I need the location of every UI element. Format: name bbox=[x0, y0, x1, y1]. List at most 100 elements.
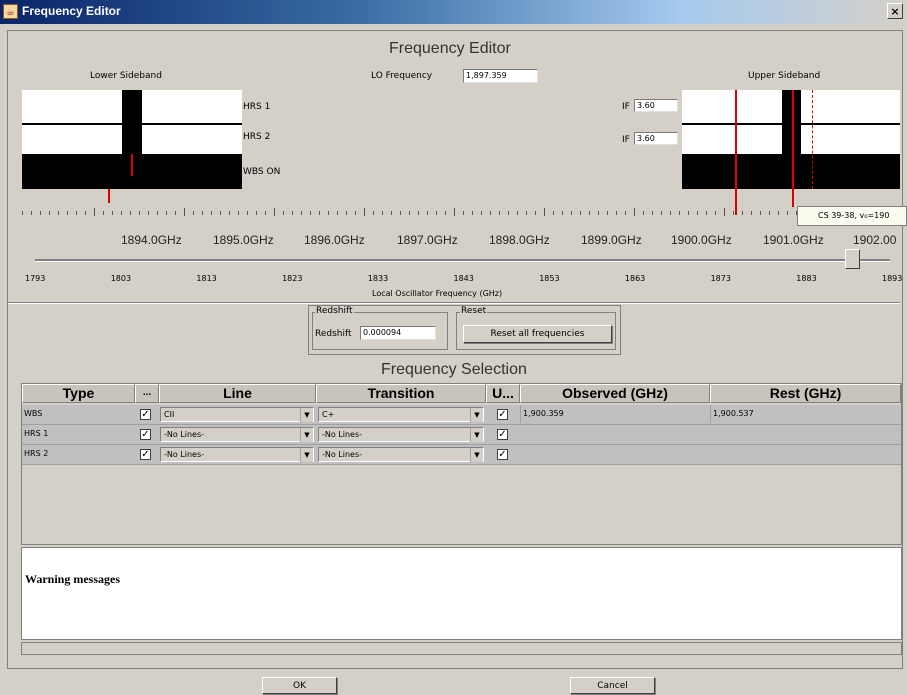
transition-combo[interactable]: -No Lines- ▼ bbox=[318, 427, 484, 442]
ruler-tick bbox=[139, 211, 140, 215]
ruler-tick bbox=[733, 211, 734, 215]
title-bar: ☕ Frequency Editor × bbox=[0, 0, 907, 24]
ruler-tick bbox=[337, 211, 338, 215]
ruler-tick bbox=[229, 211, 230, 215]
reset-group-title: Reset bbox=[460, 306, 488, 316]
ruler-tick bbox=[292, 211, 293, 215]
ruler-tick bbox=[661, 211, 662, 215]
transition-combo[interactable]: -No Lines- ▼ bbox=[318, 447, 484, 462]
ruler-tick bbox=[427, 211, 428, 215]
ruler-tick bbox=[49, 211, 50, 215]
u-checkbox[interactable]: ✓ bbox=[497, 429, 508, 440]
u-checkbox[interactable]: ✓ bbox=[497, 409, 508, 420]
column-header-transition[interactable]: Transition bbox=[316, 384, 486, 403]
lo-slider-track[interactable] bbox=[35, 259, 890, 262]
slider-tick-label: 1863 bbox=[624, 274, 646, 283]
ruler-tick bbox=[499, 211, 500, 215]
ruler-tick bbox=[364, 208, 365, 216]
lo-frequency-field[interactable]: 1,897.359 bbox=[463, 69, 538, 83]
transition-combo[interactable]: C+ ▼ bbox=[318, 407, 484, 422]
ruler-tick bbox=[355, 211, 356, 215]
upper-dashed-marker bbox=[812, 90, 813, 189]
ruler-tick bbox=[769, 211, 770, 215]
column-header-use[interactable]: ... bbox=[135, 384, 159, 403]
ghz-tick-label: 1898.0GHz bbox=[489, 233, 550, 247]
column-header-observed[interactable]: Observed (GHz) bbox=[520, 384, 710, 403]
use-checkbox[interactable]: ✓ bbox=[140, 449, 151, 460]
close-button[interactable]: × bbox=[887, 3, 903, 19]
ruler-tick bbox=[85, 211, 86, 215]
ruler-tick bbox=[211, 211, 212, 215]
ruler-tick bbox=[724, 208, 725, 216]
ruler-tick bbox=[346, 211, 347, 215]
ghz-tick-label: 1900.0GHz bbox=[671, 233, 732, 247]
ruler-tick bbox=[472, 211, 473, 215]
selection-heading: Frequency Selection bbox=[381, 361, 527, 378]
ruler-tick bbox=[238, 211, 239, 215]
column-header-u[interactable]: U... bbox=[486, 384, 520, 403]
ruler-tick bbox=[202, 211, 203, 215]
ruler-tick bbox=[688, 211, 689, 215]
line-combo-value: CII bbox=[164, 410, 175, 419]
upper-lo-marker bbox=[792, 189, 794, 207]
upper-sideband-label: Upper Sideband bbox=[748, 71, 821, 81]
ruler-tick bbox=[328, 211, 329, 215]
ruler-tick bbox=[301, 211, 302, 215]
chevron-down-icon[interactable]: ▼ bbox=[470, 408, 483, 422]
chevron-down-icon[interactable]: ▼ bbox=[470, 448, 483, 462]
line-combo[interactable]: -No Lines- ▼ bbox=[160, 427, 314, 442]
column-header-rest[interactable]: Rest (GHz) bbox=[710, 384, 901, 403]
column-header-line[interactable]: Line bbox=[159, 384, 316, 403]
ghz-tick-label: 1901.0GHz bbox=[763, 233, 824, 247]
hrs1-if-field[interactable]: 3.60 bbox=[634, 99, 678, 112]
line-tooltip: CS 39-38, v₀=190 bbox=[797, 206, 907, 226]
ruler-tick bbox=[409, 211, 410, 215]
ok-button[interactable]: OK bbox=[262, 677, 337, 694]
column-header-type[interactable]: Type bbox=[22, 384, 135, 403]
hrs2-row-label: HRS 2 bbox=[243, 132, 271, 142]
slider-tick-label: 1893 bbox=[882, 274, 903, 283]
chevron-down-icon[interactable]: ▼ bbox=[300, 428, 313, 442]
chevron-down-icon[interactable]: ▼ bbox=[300, 408, 313, 422]
ruler-tick bbox=[445, 211, 446, 215]
u-checkbox[interactable]: ✓ bbox=[497, 449, 508, 460]
redshift-field[interactable]: 0.000094 bbox=[360, 326, 436, 340]
ruler-tick bbox=[58, 211, 59, 215]
ghz-tick-label: 1897.0GHz bbox=[397, 233, 458, 247]
hrs1-if-label: IF bbox=[622, 102, 630, 112]
ruler-tick bbox=[418, 211, 419, 215]
ghz-tick-label: 1896.0GHz bbox=[304, 233, 365, 247]
warning-messages-area[interactable] bbox=[21, 547, 902, 640]
ruler-tick bbox=[553, 211, 554, 215]
line-combo[interactable]: CII ▼ bbox=[160, 407, 314, 422]
ruler-tick bbox=[742, 211, 743, 215]
ruler-tick bbox=[400, 211, 401, 215]
transition-combo-value: -No Lines- bbox=[322, 450, 363, 459]
hrs2-if-field[interactable]: 3.60 bbox=[634, 132, 678, 145]
ruler-tick bbox=[391, 211, 392, 215]
ruler-tick bbox=[22, 211, 23, 215]
lo-slider-thumb[interactable] bbox=[845, 249, 860, 269]
cancel-button[interactable]: Cancel bbox=[570, 677, 655, 694]
hrs1-row-label: HRS 1 bbox=[243, 102, 271, 112]
ruler-tick bbox=[67, 211, 68, 215]
line-combo[interactable]: -No Lines- ▼ bbox=[160, 447, 314, 462]
ruler-tick bbox=[634, 208, 635, 216]
line-combo-value: -No Lines- bbox=[164, 450, 205, 459]
ruler-tick bbox=[580, 211, 581, 215]
ruler-tick bbox=[76, 211, 77, 215]
ruler-tick bbox=[157, 211, 158, 215]
cell-type: HRS 2 bbox=[24, 449, 49, 458]
use-checkbox[interactable]: ✓ bbox=[140, 409, 151, 420]
ruler-tick bbox=[463, 211, 464, 215]
chevron-down-icon[interactable]: ▼ bbox=[300, 448, 313, 462]
ruler-tick bbox=[589, 211, 590, 215]
ruler-tick bbox=[103, 211, 104, 215]
ruler-tick bbox=[778, 211, 779, 215]
ruler-tick bbox=[571, 211, 572, 215]
use-checkbox[interactable]: ✓ bbox=[140, 429, 151, 440]
lo-frequency-label: LO Frequency bbox=[371, 71, 433, 81]
chevron-down-icon[interactable]: ▼ bbox=[470, 428, 483, 442]
reset-all-frequencies-button[interactable]: Reset all frequencies bbox=[463, 325, 612, 343]
hrs-band bbox=[122, 90, 142, 154]
